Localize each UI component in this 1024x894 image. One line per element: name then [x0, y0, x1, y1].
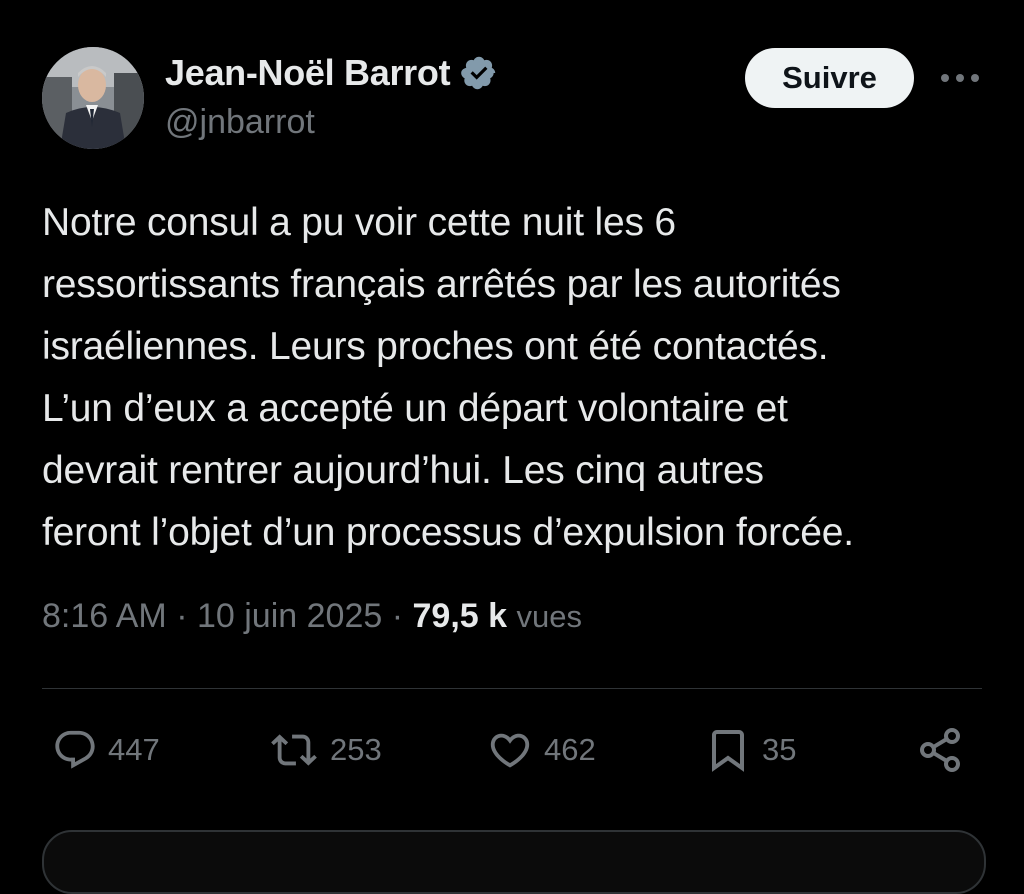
more-horizontal-icon: [941, 74, 979, 82]
like-count: 462: [544, 732, 596, 767]
follow-button[interactable]: Suivre: [745, 48, 914, 108]
repost-button[interactable]: 253: [268, 718, 382, 782]
reply-count: 447: [108, 732, 160, 767]
reply-button[interactable]: 447: [52, 718, 160, 782]
repost-icon: [271, 734, 317, 766]
share-icon: [920, 728, 960, 772]
tweet-time[interactable]: 8:16 AM: [42, 597, 167, 635]
bookmark-button[interactable]: 35: [704, 718, 796, 782]
divider: [42, 688, 982, 689]
author-name[interactable]: Jean-Noël Barrot: [165, 52, 451, 94]
views-label: vues: [516, 599, 582, 634]
avatar[interactable]: [42, 47, 144, 149]
comment-icon: [55, 730, 95, 769]
meta-separator: ·: [391, 597, 404, 635]
share-button[interactable]: [916, 718, 964, 782]
author-handle[interactable]: @jnbarrot: [165, 103, 315, 142]
reply-input-box[interactable]: [42, 830, 986, 894]
meta-separator: ·: [176, 597, 188, 635]
tweet-text: Notre consul a pu voir cette nuit les 6 …: [42, 201, 854, 554]
verified-badge-icon: [460, 54, 498, 92]
more-options-button[interactable]: [938, 60, 982, 96]
like-button[interactable]: 462: [486, 718, 596, 782]
heart-icon: [490, 733, 530, 768]
bookmark-count: 35: [762, 732, 797, 767]
bookmark-icon: [712, 730, 744, 772]
repost-count: 253: [330, 732, 382, 767]
author-name-row: Jean-Noël Barrot: [165, 52, 498, 94]
action-bar: 447 253 462 35: [42, 718, 982, 782]
views-count[interactable]: 79,5 k: [413, 597, 508, 635]
tweet-date[interactable]: 10 juin 2025: [197, 597, 382, 635]
tweet-meta: 8:16 AM · 10 juin 2025 · 79,5 k vues: [42, 597, 582, 636]
